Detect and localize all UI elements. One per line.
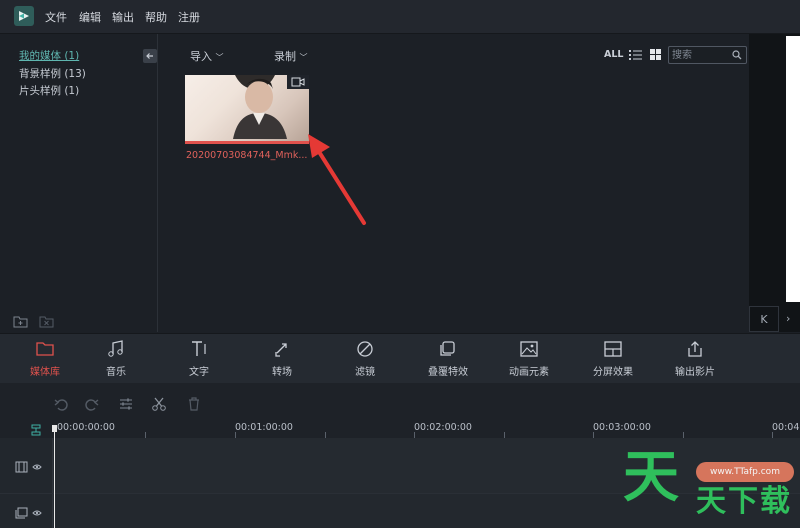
overlay-track[interactable] [53, 494, 800, 528]
menu-register[interactable]: 注册 [178, 9, 200, 25]
preview-more-button[interactable]: › [786, 306, 800, 332]
add-folder-icon[interactable] [13, 314, 28, 328]
thumbnail-selected-bar [185, 141, 309, 144]
trash-icon[interactable] [186, 396, 202, 412]
menu-file[interactable]: 文件 [45, 9, 67, 25]
undo-icon[interactable] [53, 396, 69, 412]
watermark-text: 天下载 [696, 484, 792, 519]
library-item-my-media[interactable]: 我的媒体 (1) [19, 48, 79, 63]
library-item-intro-samples[interactable]: 片头样例 (1) [19, 83, 79, 98]
arrow-left-icon [146, 53, 153, 59]
menu-help[interactable]: 帮助 [145, 9, 167, 25]
tab-label: 分屏效果 [593, 367, 633, 378]
video-track[interactable] [53, 438, 800, 493]
record-dropdown[interactable]: 录制 ﹀ [274, 48, 308, 64]
preview-k-button[interactable]: K [749, 306, 779, 332]
tab-label: 转场 [272, 367, 292, 378]
import-label: 导入 [190, 50, 212, 63]
list-view-icon[interactable] [629, 49, 642, 60]
preview-screen [786, 36, 800, 302]
grid-view-icon[interactable] [650, 49, 661, 60]
tab-label: 文字 [189, 367, 209, 378]
video-track-icon [15, 461, 28, 473]
folder-icon [36, 342, 54, 356]
playhead[interactable] [54, 425, 55, 528]
import-dropdown[interactable]: 导入 ﹀ [190, 48, 224, 64]
filter-icon [357, 341, 373, 357]
playhead-handle[interactable] [52, 425, 57, 432]
tab-media-library[interactable]: 媒体库 [14, 340, 76, 378]
menu-edit[interactable]: 编辑 [79, 9, 101, 25]
scissors-icon[interactable] [151, 396, 167, 412]
search-input[interactable] [672, 48, 730, 62]
annotation-arrow [308, 134, 366, 225]
tab-transition[interactable]: 转场 [251, 340, 313, 378]
record-label: 录制 [274, 50, 296, 63]
export-icon [688, 341, 702, 357]
overlay-icon [440, 341, 455, 356]
video-camera-icon [287, 75, 309, 89]
tab-label: 音乐 [106, 367, 126, 378]
tab-filter[interactable]: 滤镜 [334, 340, 396, 378]
tab-label: 叠覆特效 [428, 367, 468, 378]
menu-export[interactable]: 输出 [112, 9, 134, 25]
redo-icon[interactable] [84, 396, 100, 412]
media-thumbnail[interactable] [185, 75, 309, 144]
search-box[interactable] [668, 46, 747, 64]
tab-music[interactable]: 音乐 [85, 340, 147, 378]
chevron-down-icon: ﹀ [299, 53, 308, 62]
time-label: 00:00:00:00 [57, 422, 115, 433]
text-icon [192, 341, 206, 356]
eye-icon[interactable] [32, 463, 42, 471]
tab-animation-elements[interactable]: 动画元素 [498, 340, 560, 378]
eye-icon[interactable] [32, 509, 42, 517]
tab-label: 媒体库 [30, 367, 60, 378]
tab-label: 输出影片 [675, 367, 715, 378]
track-divider [0, 493, 800, 494]
overlay-track-icon [15, 507, 28, 519]
watermark-big-char: 天 [623, 445, 679, 510]
time-label: 00:01:00:00 [235, 422, 293, 433]
remove-folder-icon[interactable] [39, 314, 54, 328]
adjust-icon[interactable] [118, 396, 134, 412]
tab-export-movie[interactable]: 输出影片 [664, 340, 726, 378]
library-item-background-samples[interactable]: 背景样例 (13) [19, 66, 86, 81]
split-screen-icon [604, 341, 622, 357]
tab-overlay[interactable]: 叠覆特效 [417, 340, 479, 378]
time-label: 00:03:00:00 [593, 422, 651, 433]
collapse-panel-button[interactable] [143, 49, 157, 63]
app-logo-icon [14, 6, 34, 26]
media-item-label: 20200703084744_Mmk... [186, 150, 308, 161]
track-manager-icon[interactable] [30, 424, 42, 436]
person-photo [233, 75, 287, 139]
image-icon [520, 341, 538, 357]
filter-all-button[interactable]: ALL [604, 49, 623, 60]
tab-split-screen[interactable]: 分屏效果 [582, 340, 644, 378]
time-label: 00:02:00:00 [414, 422, 472, 433]
tab-text[interactable]: 文字 [168, 340, 230, 378]
tab-label: 动画元素 [509, 367, 549, 378]
time-label: 00:04 [772, 422, 800, 433]
music-icon [108, 340, 123, 357]
chevron-down-icon: ﹀ [215, 53, 224, 62]
watermark-url: www.TTafp.com [696, 462, 794, 482]
tab-label: 滤镜 [355, 367, 375, 378]
search-icon[interactable] [732, 50, 742, 60]
transition-icon [275, 343, 287, 357]
